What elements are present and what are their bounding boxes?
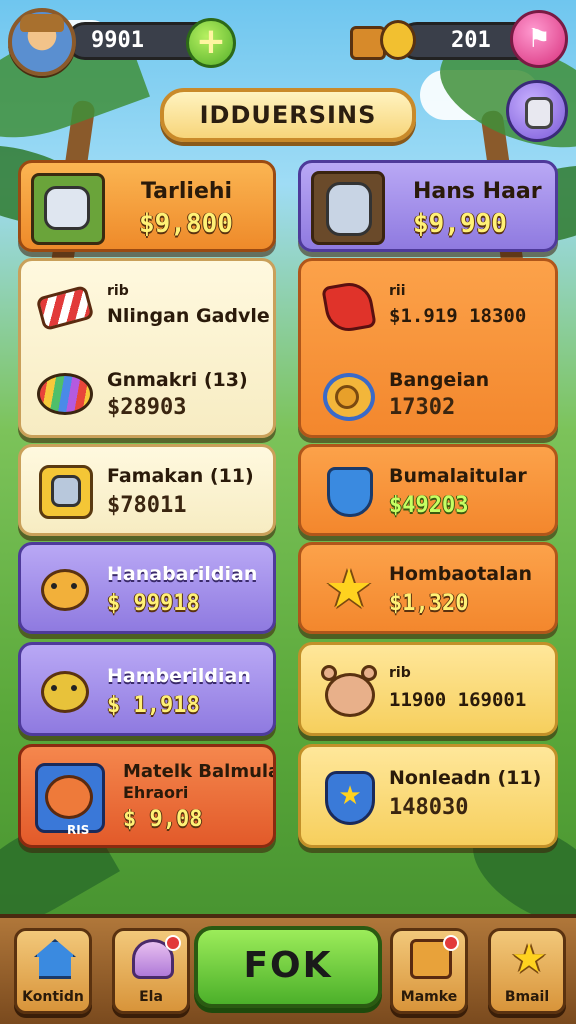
item-card[interactable]: ★ Hombaotalan $1,320 (298, 542, 558, 634)
star-icon: ★ (324, 557, 374, 620)
item-name: Nonleadn (11) (389, 767, 542, 789)
hat-icon (20, 14, 64, 32)
add-coins-button[interactable]: + (186, 18, 236, 68)
item-price: $1,320 (389, 591, 469, 616)
settings-button[interactable]: ⚑ (510, 10, 568, 68)
pet-icon (35, 559, 95, 619)
item-price: $78011 (107, 493, 187, 518)
star-icon: ★ (511, 936, 547, 982)
item-card[interactable]: rib 11900 169001 (298, 642, 558, 736)
item-card[interactable]: Hanabarildian $ 99918 (18, 542, 276, 634)
item-card[interactable]: ★ Nonleadn (11) 148030 (298, 744, 558, 848)
item-card[interactable]: Famakan (11) $78011 (18, 444, 276, 536)
heart-icon (319, 277, 379, 337)
item-price: $49203 (389, 493, 469, 518)
item-price: $ 9,08 (123, 807, 203, 832)
nav-home-label: Kontidn (22, 989, 84, 1005)
item-name: Bangeian (389, 369, 490, 391)
item-subtitle: rib (389, 665, 411, 681)
coin-value: 9901 (91, 28, 144, 53)
item-tag: RIS (67, 823, 90, 837)
nav-mail-label: Mamke (400, 989, 458, 1005)
notification-dot (443, 935, 459, 951)
item-name: Hombaotalan (389, 563, 532, 585)
nav-home-button[interactable]: Kontidn (14, 928, 92, 1014)
featured-card[interactable]: Hans Haar $9,990 (298, 160, 558, 252)
item-name: Nlingan Gadvle (107, 305, 270, 327)
gem-value: 201 (451, 28, 491, 53)
robot-icon (525, 97, 553, 129)
knight-item-icon (311, 171, 385, 245)
item-name: Matelk Balmula (123, 761, 276, 782)
item-price: 17302 (389, 395, 456, 420)
player-avatar[interactable] (8, 8, 76, 76)
item-subtitle: rib (107, 283, 129, 299)
badge-icon: ★ (319, 767, 379, 827)
ok-button[interactable]: FOK (194, 926, 382, 1008)
medal-icon (319, 363, 379, 423)
robot-icon-button[interactable] (506, 80, 568, 142)
home-icon (34, 939, 76, 979)
pet-icon (35, 661, 95, 721)
gift-icon[interactable] (350, 18, 420, 64)
top-bar: 9901 + 201 ⚑ (6, 6, 570, 76)
nav-hat-button[interactable]: Ela (112, 928, 190, 1014)
item-price: $9,990 (413, 209, 507, 239)
item-name: Hamberildian (107, 665, 251, 687)
item-subtitle: rii (389, 283, 406, 299)
monster-icon: RIS (33, 761, 109, 837)
item-card[interactable]: rib Nlingan Gadvle Gnmakri (13) $28903 (18, 258, 276, 438)
item-name: Hanabarildian (107, 563, 258, 585)
item-name: 11900 169001 (389, 689, 527, 711)
featured-card[interactable]: Tarliehi $9,800 (18, 160, 276, 252)
item-price: $ 1,918 (107, 693, 200, 718)
item-name: Gnmakri (13) (107, 369, 248, 391)
candy-icon (35, 277, 95, 337)
page-title: IDDUERSINS (160, 88, 416, 142)
item-card[interactable]: rii $1.919 18300 Bangeian 17302 (298, 258, 558, 438)
nav-hat-label: Ela (139, 989, 163, 1005)
nav-mail-button[interactable]: Mamke (390, 928, 468, 1014)
bear-icon (319, 661, 379, 721)
nav-star-label: Bmail (504, 989, 550, 1005)
item-name: Hans Haar (413, 179, 542, 204)
egg-icon (35, 363, 95, 423)
robot-pet-icon (35, 461, 95, 521)
item-price: $ 99918 (107, 591, 200, 616)
item-name: $1.919 18300 (389, 305, 527, 327)
item-price: $9,800 (139, 209, 233, 239)
item-price: $28903 (107, 395, 187, 420)
item-name: Bumalaitular (389, 465, 527, 487)
notification-dot (165, 935, 181, 951)
item-name: Famakan (11) (107, 465, 254, 487)
item-card[interactable]: Hamberildian $ 1,918 (18, 642, 276, 736)
item-card[interactable]: RIS Matelk Balmula Ehraori $ 9,08 (18, 744, 276, 848)
item-card[interactable]: Bumalaitular $49203 (298, 444, 558, 536)
nav-star-button[interactable]: ★ Bmail (488, 928, 566, 1014)
shield-icon (319, 461, 379, 521)
item-price: 148030 (389, 795, 469, 820)
item-name-line2: Ehraori (123, 783, 189, 802)
item-name: Tarliehi (141, 179, 233, 204)
robot-item-icon (31, 173, 105, 245)
